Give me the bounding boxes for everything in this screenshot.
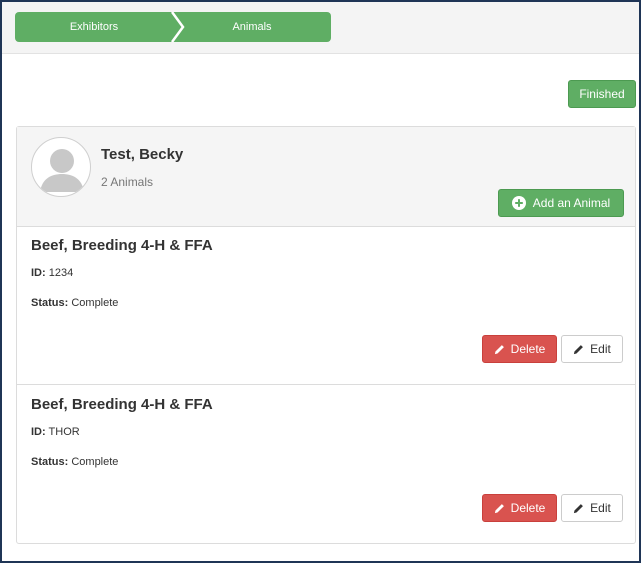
delete-label: Delete — [510, 342, 546, 356]
wizard-step-exhibitors[interactable]: Exhibitors — [15, 12, 173, 42]
animal-title: Beef, Breeding 4-H & FFA — [31, 237, 213, 254]
edit-label: Edit — [590, 501, 611, 515]
pencil-icon — [574, 503, 584, 513]
animal-status-value: Complete — [71, 456, 119, 468]
exhibitor-name: Test, Becky — [101, 146, 184, 163]
step-chevron-icon — [171, 12, 185, 42]
animal-entry: Beef, Breeding 4-H & FFA ID: THOR Status… — [17, 386, 635, 544]
animal-id: ID: 1234 — [31, 267, 73, 279]
animal-title: Beef, Breeding 4-H & FFA — [31, 396, 213, 413]
delete-label: Delete — [510, 501, 546, 515]
edit-button[interactable]: Edit — [561, 494, 623, 522]
add-animal-label: Add an Animal — [532, 196, 611, 210]
edit-label: Edit — [590, 342, 611, 356]
wizard-bar: Exhibitors Animals — [2, 2, 639, 54]
animal-entry: Beef, Breeding 4-H & FFA ID: 1234 Status… — [17, 227, 635, 385]
animal-status-label: Status: — [31, 297, 69, 309]
animal-status-value: Complete — [71, 297, 119, 309]
exhibitor-header: Test, Becky 2 Animals Add an Animal — [17, 127, 635, 227]
animal-id-value: THOR — [48, 426, 80, 438]
pencil-icon — [574, 344, 584, 354]
delete-button[interactable]: Delete — [482, 494, 557, 522]
add-animal-button[interactable]: Add an Animal — [498, 189, 624, 217]
animal-status: Status: Complete — [31, 297, 118, 309]
finished-button[interactable]: Finished — [568, 80, 636, 108]
animal-id-value: 1234 — [48, 267, 74, 279]
wizard-steps: Exhibitors Animals — [15, 12, 331, 42]
animal-status-label: Status: — [31, 456, 69, 468]
plus-circle-icon — [511, 196, 526, 210]
animal-count: 2 Animals — [101, 175, 154, 189]
delete-button[interactable]: Delete — [482, 335, 557, 363]
wizard-step-animals[interactable]: Animals — [173, 12, 331, 42]
animal-id: ID: THOR — [31, 426, 80, 438]
animal-id-label: ID: — [31, 267, 46, 279]
edit-button[interactable]: Edit — [561, 335, 623, 363]
exhibitor-panel: Test, Becky 2 Animals Add an Animal Beef… — [16, 126, 636, 544]
pencil-icon — [494, 503, 504, 513]
animal-status: Status: Complete — [31, 456, 118, 468]
user-avatar-icon — [31, 137, 91, 197]
pencil-icon — [494, 344, 504, 354]
page-frame: Exhibitors Animals Finished Test, Becky … — [0, 0, 641, 563]
animal-id-label: ID: — [31, 426, 46, 438]
